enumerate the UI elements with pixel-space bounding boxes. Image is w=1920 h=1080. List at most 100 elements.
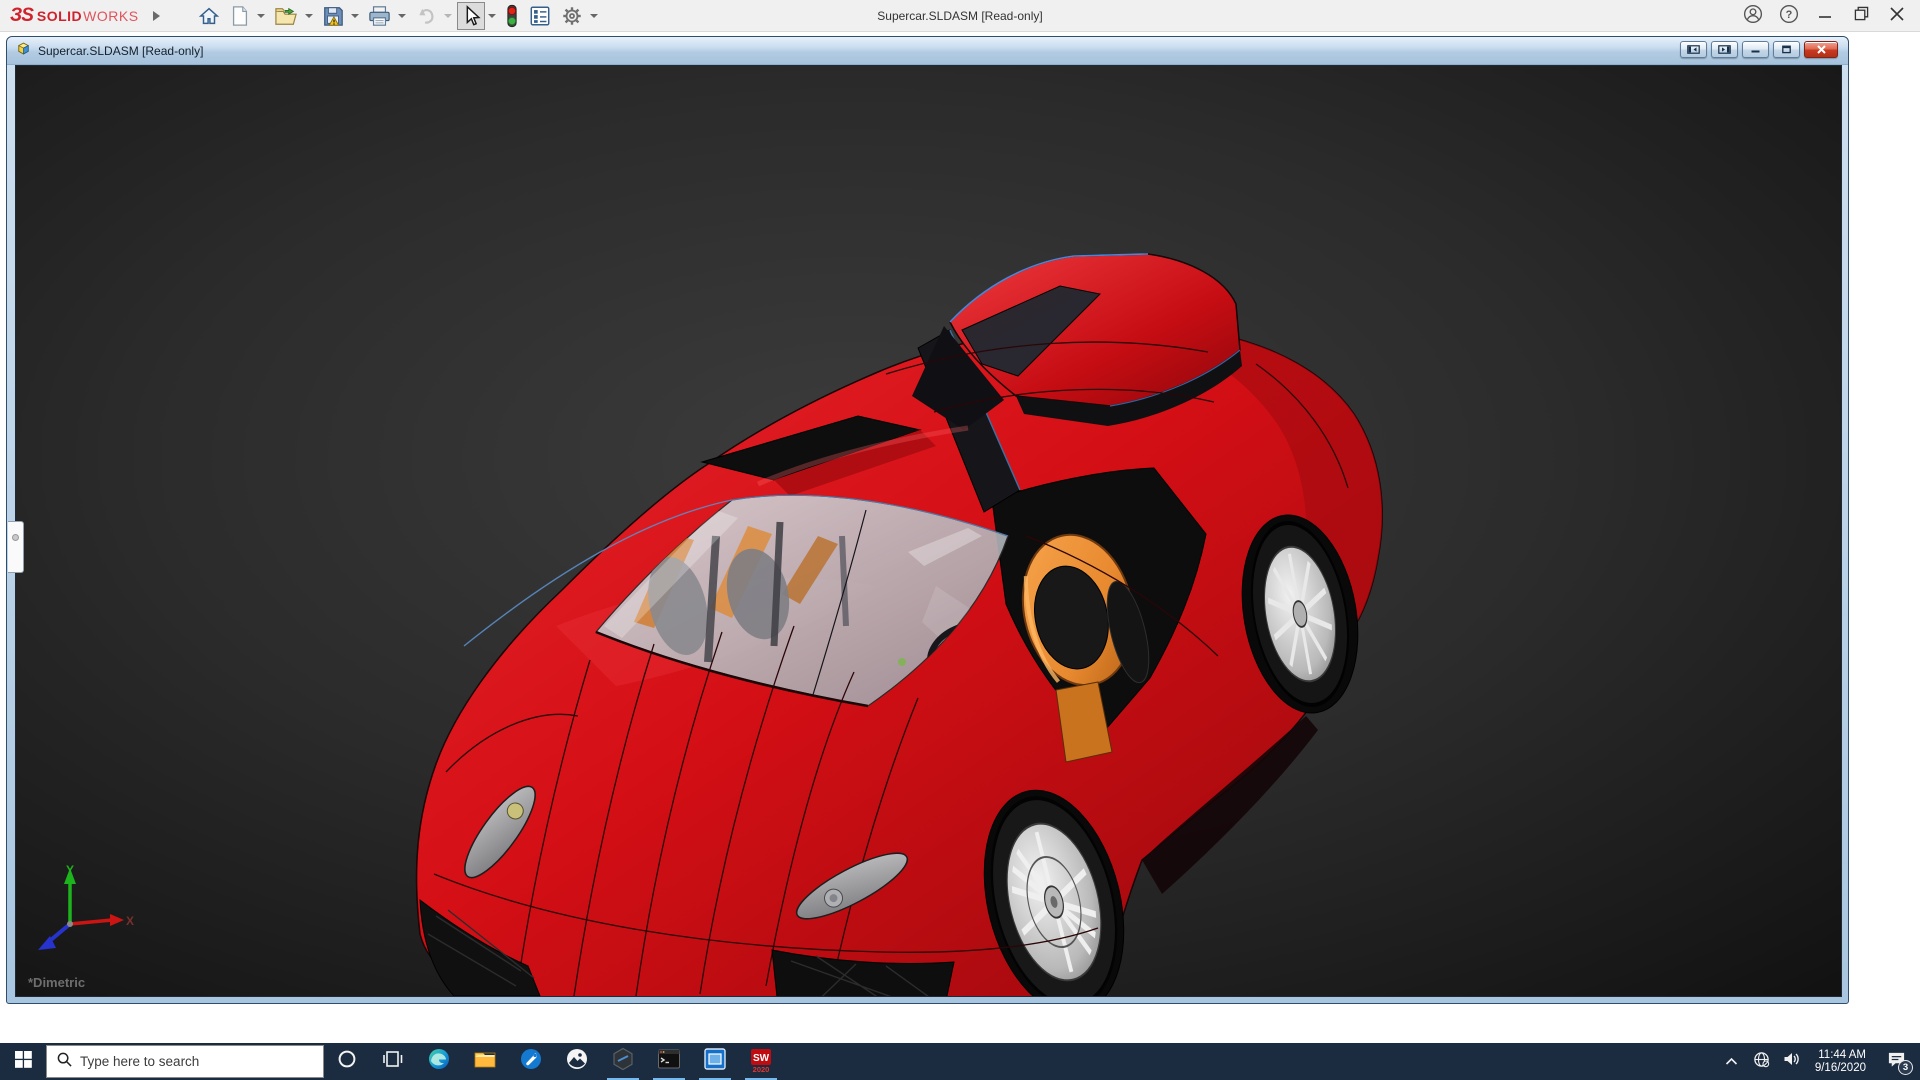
- select-cursor-icon: [461, 5, 481, 27]
- app-window-controls: ?: [1738, 0, 1912, 32]
- toggle-right-pane-button[interactable]: [1711, 41, 1738, 58]
- account-icon: [1743, 4, 1763, 29]
- windows-logo-icon: [15, 1051, 32, 1073]
- taskbar-item-tools[interactable]: [508, 1043, 554, 1080]
- taskbar-clock[interactable]: 11:44 AM 9/16/2020: [1809, 1049, 1872, 1075]
- print-dropdown-caret[interactable]: [398, 14, 406, 18]
- hexagon-app-icon: [611, 1047, 635, 1076]
- options-button[interactable]: [557, 2, 587, 30]
- tray-network-button[interactable]: [1749, 1043, 1775, 1080]
- undo-dropdown-caret[interactable]: [444, 14, 452, 18]
- solidworks-2020-icon: SW 2020: [751, 1049, 771, 1074]
- help-icon: ?: [1779, 4, 1799, 29]
- select-dropdown-caret[interactable]: [488, 14, 496, 18]
- print-button[interactable]: [364, 2, 395, 30]
- brand-bold-text: SOLID: [37, 8, 82, 24]
- orientation-label: *Dimetric: [28, 975, 85, 990]
- taskbar-search[interactable]: [46, 1045, 324, 1078]
- taskbar-item-edge[interactable]: [416, 1043, 462, 1080]
- start-button[interactable]: [0, 1043, 46, 1080]
- menu-flyout-arrow-icon[interactable]: [153, 11, 160, 21]
- save-icon: [322, 5, 344, 27]
- triad-x-label: X: [126, 914, 134, 928]
- tray-volume-button[interactable]: [1779, 1043, 1805, 1080]
- feature-tree-collapsed-tab[interactable]: [8, 521, 24, 573]
- options-gear-icon: [561, 5, 583, 27]
- home-button[interactable]: [194, 2, 224, 30]
- document-restore-button[interactable]: [1773, 41, 1800, 58]
- print-icon: [368, 5, 391, 27]
- help-button[interactable]: ?: [1774, 3, 1804, 29]
- restore-button[interactable]: [1846, 3, 1876, 29]
- rebuild-button[interactable]: [501, 2, 523, 30]
- notification-badge: 3: [1898, 1060, 1913, 1075]
- undo-button[interactable]: [411, 2, 441, 30]
- system-tray: 11:44 AM 9/16/2020 3: [1719, 1043, 1920, 1080]
- document-close-button[interactable]: [1804, 41, 1838, 58]
- new-dropdown-caret[interactable]: [257, 14, 265, 18]
- cortana-icon: [337, 1049, 357, 1074]
- file-explorer-icon: [473, 1047, 497, 1076]
- open-dropdown-caret[interactable]: [305, 14, 313, 18]
- triad-y-label: Y: [66, 863, 74, 877]
- open-folder-icon: [274, 5, 298, 27]
- rebuild-stoplight-icon: [505, 4, 519, 28]
- document-title: Supercar.SLDASM [Read-only]: [38, 44, 203, 58]
- assembly-document-icon: [15, 40, 32, 62]
- 3d-viewport[interactable]: Y X *Dimetric: [15, 65, 1842, 997]
- save-button[interactable]: [318, 2, 348, 30]
- search-icon: [57, 1052, 72, 1072]
- terminal-icon: [657, 1047, 681, 1076]
- app-workspace: Supercar.SLDASM [Read-only]: [0, 32, 1920, 1043]
- speaker-icon: [1783, 1051, 1801, 1072]
- taskbar-item-blue-window-app[interactable]: [692, 1043, 738, 1080]
- taskbar-item-photos[interactable]: [554, 1043, 600, 1080]
- new-document-button[interactable]: [226, 2, 254, 30]
- quick-access-toolbar: [194, 2, 601, 30]
- minimize-button[interactable]: [1810, 3, 1840, 29]
- viewport-scene: [16, 66, 1842, 997]
- solidworks-year-label: 2020: [753, 1065, 770, 1074]
- photos-icon: [565, 1047, 589, 1076]
- toggle-left-pane-button[interactable]: [1680, 41, 1707, 58]
- globe-network-icon: [1753, 1051, 1770, 1073]
- orientation-triad: Y X: [32, 862, 142, 970]
- solidworks-logo: ЗS SOLID WORKS: [0, 5, 170, 27]
- close-button[interactable]: [1882, 3, 1912, 29]
- wrench-tools-icon: [519, 1047, 543, 1076]
- account-button[interactable]: [1738, 3, 1768, 29]
- select-tool-button[interactable]: [457, 2, 485, 30]
- undo-icon: [415, 5, 437, 27]
- brand-light-text: WORKS: [83, 8, 138, 24]
- svg-text:SW: SW: [753, 1053, 770, 1064]
- blue-window-app-icon: [703, 1047, 727, 1076]
- svg-text:?: ?: [1786, 9, 1793, 21]
- taskbar-item-solidworks[interactable]: SW 2020: [738, 1043, 784, 1080]
- clock-time: 11:44 AM: [1815, 1049, 1866, 1062]
- solidworks-logo-glyph: ЗS: [10, 5, 33, 27]
- home-icon: [198, 5, 220, 27]
- open-button[interactable]: [270, 2, 302, 30]
- action-center-button[interactable]: 3: [1876, 1043, 1916, 1080]
- taskbar-item-cortana[interactable]: [324, 1043, 370, 1080]
- document-title-bar[interactable]: Supercar.SLDASM [Read-only]: [7, 37, 1848, 65]
- clock-date: 9/16/2020: [1815, 1062, 1866, 1075]
- options-dropdown-caret[interactable]: [590, 14, 598, 18]
- task-view-icon: [383, 1049, 403, 1074]
- taskbar-item-file-explorer[interactable]: [462, 1043, 508, 1080]
- file-properties-button[interactable]: [525, 2, 555, 30]
- tab-grip-dot: [12, 534, 19, 541]
- document-minimize-button[interactable]: [1742, 41, 1769, 58]
- minimize-icon: [1818, 7, 1832, 26]
- search-input[interactable]: [80, 1054, 300, 1069]
- restore-icon: [1854, 6, 1869, 26]
- save-dropdown-caret[interactable]: [351, 14, 359, 18]
- new-document-icon: [230, 5, 250, 27]
- taskbar-item-terminal[interactable]: [646, 1043, 692, 1080]
- tray-chevron-button[interactable]: [1719, 1043, 1745, 1080]
- document-window: Supercar.SLDASM [Read-only]: [6, 36, 1849, 1004]
- screen: ЗS SOLID WORKS: [0, 0, 1920, 1080]
- edge-icon: [427, 1047, 451, 1076]
- taskbar-item-task-view[interactable]: [370, 1043, 416, 1080]
- taskbar-item-hexagon-app[interactable]: [600, 1043, 646, 1080]
